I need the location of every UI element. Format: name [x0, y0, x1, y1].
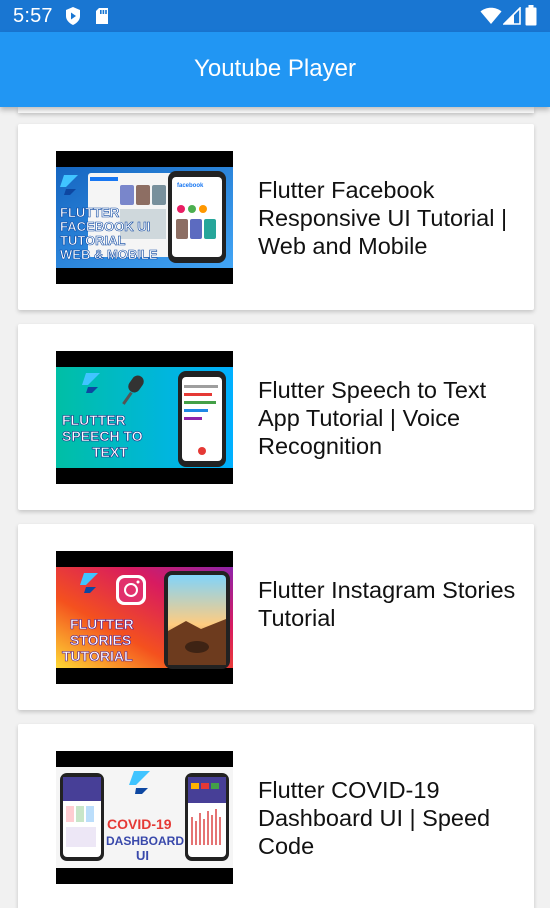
status-time: 5:57: [13, 5, 53, 27]
video-card[interactable]: FLUTTER SPEECH TO TEXT Flutter Speech to…: [18, 324, 534, 510]
status-bar: 5:57: [0, 0, 550, 32]
video-title[interactable]: Flutter COVID-19 Dashboard UI | Speed Co…: [258, 776, 523, 860]
wifi-icon: [480, 7, 502, 30]
video-thumbnail: FLUTTER STORIES TUTORIAL: [56, 551, 233, 684]
thumbnail-text: TEXT: [92, 444, 128, 460]
video-thumbnail: FLUTTER SPEECH TO TEXT: [56, 351, 233, 484]
app-bar: Youtube Player: [0, 32, 550, 107]
video-title[interactable]: Flutter Facebook Responsive UI Tutorial …: [258, 176, 523, 260]
signal-icon: [502, 6, 521, 30]
thumbnail-text: FACEBOOK UI: [60, 219, 150, 234]
thumbnail-text: FLUTTER: [60, 205, 120, 220]
thumbnail-text: SPEECH TO: [62, 428, 143, 444]
thumbnail-text: WEB & MOBILE: [60, 247, 158, 262]
battery-icon: [525, 5, 537, 31]
thumbnail-text: TUTORIAL: [60, 233, 126, 248]
thumbnail-text: TUTORIAL: [62, 648, 133, 664]
video-title[interactable]: Flutter Speech to Text App Tutorial | Vo…: [258, 376, 523, 460]
svg-text:facebook: facebook: [177, 183, 204, 189]
play-protect-icon: [64, 6, 82, 31]
app-title: Youtube Player: [194, 55, 356, 82]
video-card[interactable]: COVID-19 DASHBOARD UI Flutter COVID-19 D…: [18, 724, 534, 908]
video-thumbnail: COVID-19 DASHBOARD UI: [56, 751, 233, 884]
thumbnail-text: UI: [136, 848, 149, 863]
video-thumbnail: facebook FLUTTER FACEBOOK UI TUTORIAL WE…: [56, 151, 233, 284]
thumbnail-text: DASHBOARD: [106, 834, 184, 848]
sd-card-icon: [94, 6, 110, 31]
video-card[interactable]: facebook FLUTTER FACEBOOK UI TUTORIAL WE…: [18, 124, 534, 310]
video-title[interactable]: Flutter Instagram Stories Tutorial: [258, 576, 523, 632]
instagram-icon: [116, 575, 146, 605]
video-card[interactable]: FLUTTER STORIES TUTORIAL Flutter Instagr…: [18, 524, 534, 710]
thumbnail-text: STORIES: [70, 632, 131, 648]
thumbnail-text: FLUTTER: [62, 412, 126, 428]
list-item-partial: [18, 107, 534, 113]
video-list[interactable]: facebook FLUTTER FACEBOOK UI TUTORIAL WE…: [0, 107, 550, 908]
thumbnail-text: COVID-19: [107, 816, 172, 832]
thumbnail-text: FLUTTER: [70, 616, 134, 632]
